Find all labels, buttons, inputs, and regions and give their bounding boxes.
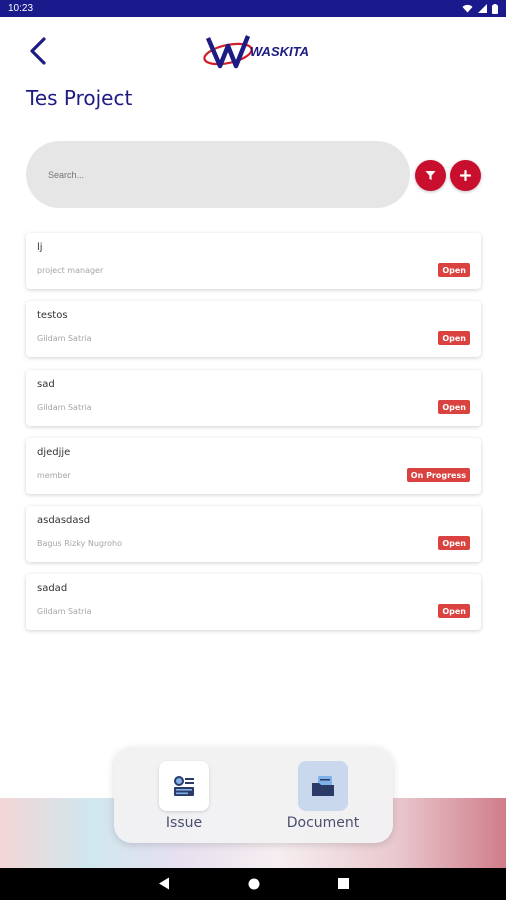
battery-icon [492, 3, 498, 14]
item-title: djedjje [37, 447, 71, 458]
signal-icon [478, 4, 487, 13]
item-subtitle: Gildam Satria [37, 607, 92, 616]
list-item[interactable]: sadad Gildam Satria Open [26, 574, 481, 630]
logo-text: WASKITA [250, 44, 309, 59]
bottom-navigation: Issue Document [114, 747, 393, 843]
nav-document[interactable]: Document [280, 761, 366, 831]
item-subtitle: Gildam Satria [37, 403, 92, 412]
list-item[interactable]: sad Gildam Satria Open [26, 370, 481, 426]
page-title: Tes Project [26, 86, 133, 110]
filter-button[interactable] [415, 160, 446, 191]
status-bar: 10:23 [0, 0, 506, 17]
status-badge: Open [438, 400, 470, 414]
nav-issue-label: Issue [165, 815, 203, 831]
status-badge: Open [438, 536, 470, 550]
status-time: 10:23 [8, 3, 34, 14]
list-item[interactable]: lj project manager Open [26, 233, 481, 289]
home-circle-icon[interactable] [248, 878, 260, 890]
nav-document-label: Document [286, 815, 360, 831]
status-badge: On Progress [406, 468, 470, 482]
wifi-icon [462, 4, 473, 13]
item-title: sadad [37, 583, 68, 594]
search-input[interactable] [26, 141, 410, 208]
item-subtitle: member [37, 471, 71, 480]
filter-icon [425, 171, 436, 180]
item-title: asdasdasd [37, 515, 91, 526]
plus-icon [460, 170, 471, 181]
back-arrow-icon [30, 37, 46, 65]
item-title: sad [37, 379, 55, 390]
list-item[interactable]: asdasdasd Bagus Rizky Nugroho Open [26, 506, 481, 562]
issue-icon [159, 761, 209, 811]
nav-issue[interactable]: Issue [152, 761, 216, 831]
back-triangle-icon[interactable] [158, 877, 170, 890]
item-title: lj [37, 242, 43, 253]
system-navigation-bar [0, 868, 506, 900]
waskita-logo: WASKITA [200, 32, 310, 70]
back-button[interactable] [22, 34, 52, 68]
status-icons [462, 3, 498, 14]
list-item[interactable]: djedjje member On Progress [26, 438, 481, 494]
status-badge: Open [438, 263, 470, 277]
list-item[interactable]: testos Gildam Satria Open [26, 301, 481, 357]
status-badge: Open [438, 604, 470, 618]
item-title: testos [37, 310, 68, 321]
item-subtitle: Bagus Rizky Nugroho [37, 539, 122, 548]
status-badge: Open [438, 331, 470, 345]
item-subtitle: project manager [37, 266, 104, 275]
item-subtitle: Gildam Satria [37, 334, 92, 343]
document-icon [298, 761, 348, 811]
recents-square-icon[interactable] [338, 878, 349, 889]
add-button[interactable] [450, 160, 481, 191]
